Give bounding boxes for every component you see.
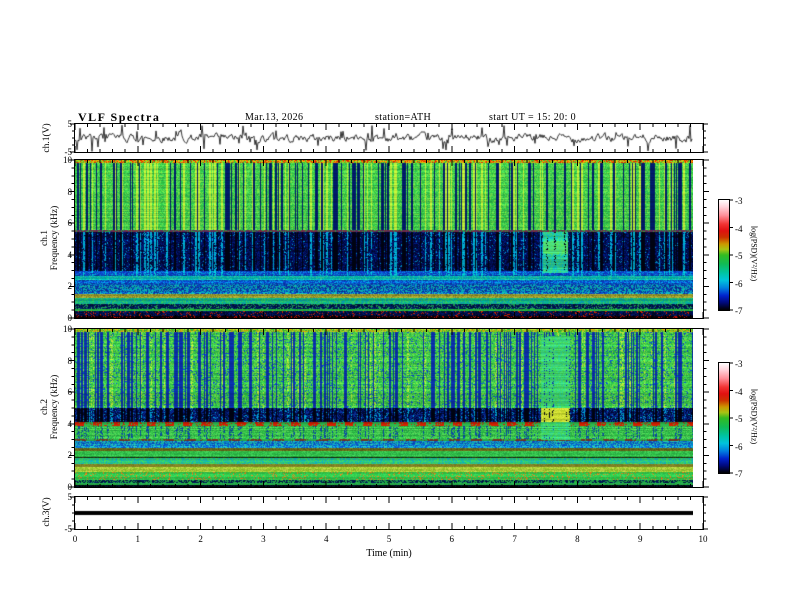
ch2-spectrogram-canvas bbox=[75, 329, 693, 487]
ch1-waveform-panel bbox=[74, 123, 704, 153]
colorbar-tick-label: -4 bbox=[735, 223, 743, 234]
volt-tick-label: -5 bbox=[64, 147, 73, 157]
freq-tick-label: 8 bbox=[67, 186, 73, 197]
time-tick-label: 7 bbox=[512, 534, 517, 544]
time-tick-label: 1 bbox=[135, 534, 141, 544]
colorbar-2-canvas bbox=[719, 363, 729, 473]
ch1-spectrogram-panel bbox=[74, 159, 704, 319]
colorbar-tick-label: -7 bbox=[735, 306, 743, 316]
volt-tick-label: 5 bbox=[67, 492, 73, 502]
colorbar-2-frame bbox=[718, 362, 730, 474]
ch1-waveform-canvas bbox=[75, 124, 693, 152]
freq-tick-label: 6 bbox=[67, 387, 73, 398]
freq-tick-label: 2 bbox=[67, 450, 73, 461]
ch3-waveform-canvas bbox=[75, 497, 693, 529]
time-tick-label: 6 bbox=[449, 534, 455, 544]
volt-tick-label: 5 bbox=[67, 119, 73, 129]
colorbar-tick-label: -3 bbox=[735, 196, 743, 206]
time-tick-label: 4 bbox=[323, 534, 329, 544]
station-label: station=ATH bbox=[375, 112, 432, 123]
colorbar-1-canvas bbox=[719, 200, 729, 310]
start-ut-label: start UT = 15: 20: 0 bbox=[489, 112, 577, 123]
colorbar-tick-label: -7 bbox=[735, 469, 743, 479]
time-tick-label: 9 bbox=[637, 534, 643, 544]
colorbar-2-axis-title: log(PSD)(V²/Hz) bbox=[749, 388, 759, 445]
colorbar-tick-label: -5 bbox=[735, 414, 743, 424]
colorbar-1-axis-title: log(PSD)(V²/Hz) bbox=[749, 225, 759, 282]
colorbar-tick-label: -6 bbox=[735, 441, 743, 452]
freq-tick-label: 4 bbox=[67, 418, 73, 429]
freq-tick-label: 8 bbox=[67, 355, 73, 366]
freq-tick-label: 4 bbox=[67, 249, 73, 260]
date-label: Mar.13, 2026 bbox=[245, 112, 304, 123]
ch1-spectrogram-canvas bbox=[75, 160, 693, 318]
freq-tick-label: 6 bbox=[67, 218, 73, 229]
ch2-spectrogram-panel bbox=[74, 328, 704, 488]
freq-tick-label: 0 bbox=[67, 482, 73, 492]
volt-tick-label: -5 bbox=[64, 524, 73, 534]
freq-tick-label: 0 bbox=[67, 313, 73, 323]
colorbar-tick-label: -3 bbox=[735, 359, 743, 369]
colorbar-tick-label: -6 bbox=[735, 278, 743, 289]
time-tick-label: 3 bbox=[261, 534, 266, 544]
time-tick-label: 5 bbox=[386, 534, 392, 544]
time-tick-label: 0 bbox=[72, 534, 78, 544]
time-tick-label: 8 bbox=[575, 534, 580, 544]
freq-tick-label: 2 bbox=[67, 281, 73, 292]
freq-tick-label: 10 bbox=[63, 324, 72, 334]
time-tick-label: 10 bbox=[698, 534, 708, 544]
ch3-waveform-panel bbox=[74, 496, 704, 530]
ch3-wave-axis-title: ch.3(V) bbox=[42, 497, 52, 527]
colorbar-tick-label: -4 bbox=[735, 386, 743, 397]
time-tick-label: 2 bbox=[198, 534, 203, 544]
colorbar-tick-label: -5 bbox=[735, 251, 743, 261]
vlf-spectra-figure: VLF Spectra Mar.13, 2026 station=ATH sta… bbox=[0, 0, 792, 612]
time-axis-title: Time (min) bbox=[366, 548, 412, 559]
colorbar-1-frame bbox=[718, 199, 730, 311]
